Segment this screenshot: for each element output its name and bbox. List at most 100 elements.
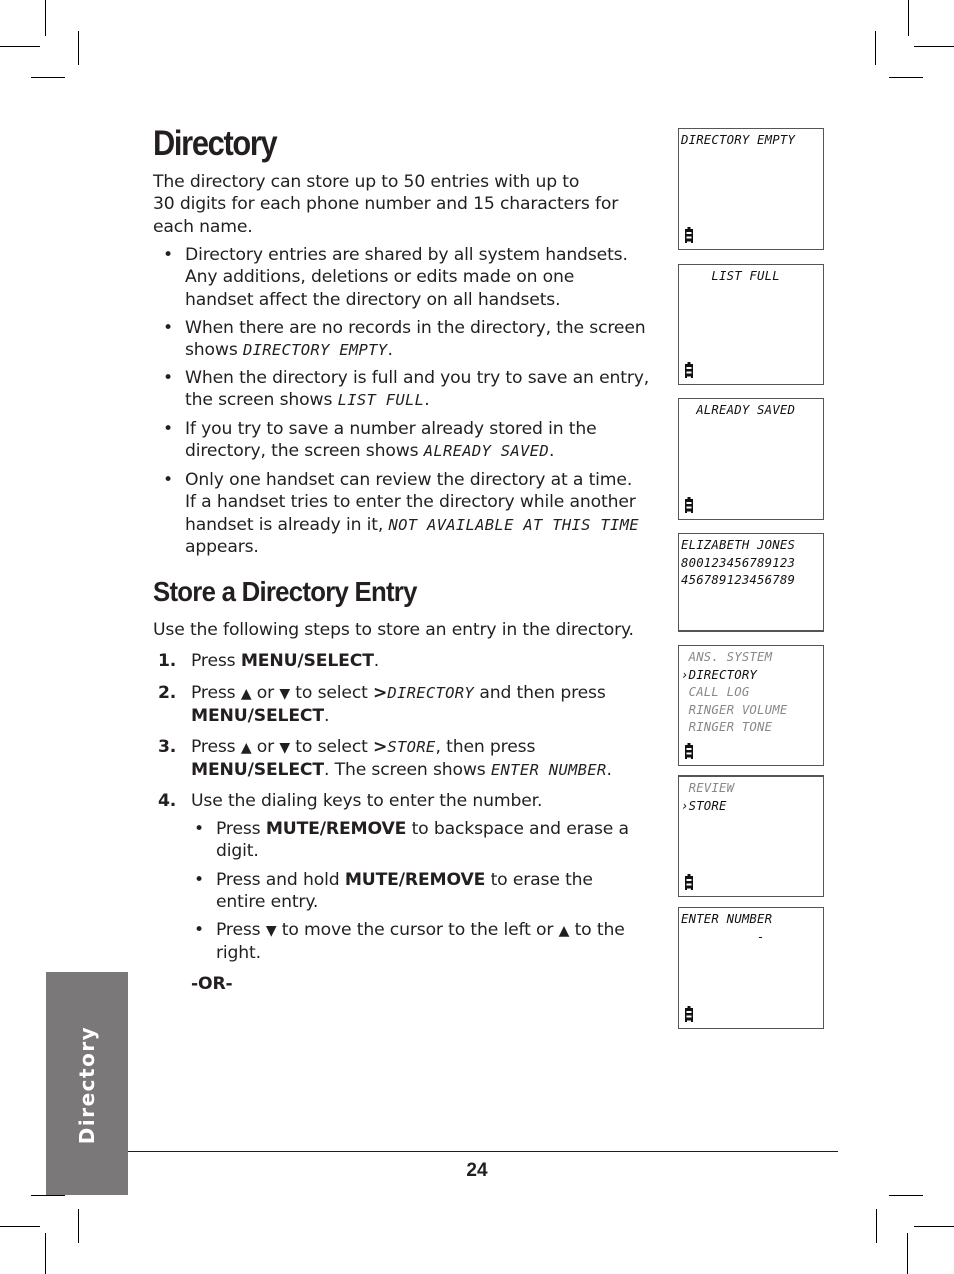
intro-line: The directory can store up to 50 entries…: [153, 172, 580, 192]
crop-mark: [31, 1195, 65, 1196]
menu-item-directory-selected: ›DIRECTORY: [681, 667, 758, 682]
crop-mark: [45, 0, 46, 36]
step-text: Press: [191, 651, 241, 671]
screen-list-full: LIST FULL: [678, 264, 824, 385]
bullet-text: .: [548, 441, 555, 462]
section-title: Store a Directory Entry: [153, 576, 417, 607]
bullet-text: to erase the: [485, 870, 593, 890]
bullet-text: Press: [216, 819, 266, 839]
screen-line: ENTER NUMBER: [681, 912, 773, 926]
step-text: .: [606, 760, 612, 781]
battery-icon: [685, 497, 693, 513]
step-text: Press: [191, 683, 241, 703]
bullet-item: • If you try to save a number already st…: [163, 418, 668, 463]
bullet-dot: •: [194, 870, 204, 890]
button-name: MUTE/REMOVE: [344, 870, 486, 890]
step-text: >: [373, 683, 388, 703]
lcd-text: ALREADY SAVED: [423, 442, 549, 461]
screen-already-saved: ALREADY SAVED: [678, 398, 824, 520]
lcd-text: LIST FULL: [337, 391, 425, 410]
menu-item-ringer-tone: RINGER TONE: [681, 720, 773, 735]
crop-mark: [907, 1233, 908, 1274]
step-text: >: [373, 737, 388, 757]
crop-mark: [875, 31, 876, 65]
button-name: MUTE/REMOVE: [265, 819, 407, 839]
bullet-text: right.: [216, 943, 261, 964]
intro-paragraph: The directory can store up to 50 entries…: [153, 171, 668, 238]
bullet-dot: •: [163, 419, 173, 439]
battery-icon: [685, 874, 693, 890]
bullet-text: Press: [216, 920, 266, 940]
crop-mark: [31, 77, 65, 78]
step-item: 3. Press ▲ or ▼ to select >STORE, then p…: [158, 736, 668, 782]
bullet-item: • Only one handset can review the direct…: [163, 469, 668, 558]
bullet-text: handset affect the directory on all hand…: [185, 289, 561, 310]
bullet-text: to move the cursor to the left or: [276, 920, 559, 940]
step-text: and then press: [474, 683, 606, 703]
battery-icon: [685, 1006, 693, 1022]
down-arrow-icon: ▼: [279, 740, 290, 756]
screen-enter-number: ENTER NUMBER -: [678, 907, 824, 1029]
crop-mark: [908, 0, 909, 36]
step-item: 1. Press MENU/SELECT.: [158, 650, 668, 672]
crop-mark: [0, 46, 40, 47]
crop-mark: [876, 1209, 877, 1243]
crop-mark: [889, 1195, 923, 1196]
crop-mark: [45, 1233, 46, 1274]
screen-line: ELIZABETH JONES: [681, 538, 796, 552]
side-tab-label: Directory: [75, 1025, 99, 1145]
step-item: 2. Press ▲ or ▼ to select >DIRECTORY and…: [158, 682, 668, 728]
step-text: Use the dialing keys to enter the number…: [191, 791, 543, 811]
up-arrow-icon: ▲: [240, 686, 252, 702]
menu-item-store-selected: ›STORE: [681, 798, 727, 813]
step-number: 1.: [158, 651, 177, 671]
bullet-text: appears.: [185, 536, 259, 557]
bullet-item: • Directory entries are shared by all sy…: [163, 244, 668, 311]
bullet-dot: •: [163, 470, 173, 490]
section-intro: Use the following steps to store an entr…: [153, 620, 634, 640]
button-name: MENU/SELECT: [191, 760, 324, 781]
lcd-text: DIRECTORY: [387, 684, 474, 702]
crop-mark: [0, 1226, 40, 1227]
bullet-text: Press and hold: [216, 870, 345, 890]
crop-mark: [78, 1209, 79, 1243]
lcd-text: ENTER NUMBER: [490, 761, 607, 780]
bullet-text: When there are no records in the directo…: [185, 318, 646, 338]
battery-icon: [685, 743, 693, 759]
step-number: 4.: [158, 791, 177, 811]
lcd-text: NOT AVAILABLE AT THIS TIME: [388, 515, 639, 534]
screen-main-menu: ANS. SYSTEM ›DIRECTORY CALL LOG RINGER V…: [678, 645, 824, 766]
bullet-dot: •: [163, 318, 173, 338]
or-label: -OR-: [191, 974, 233, 994]
step-text: Press: [191, 737, 241, 757]
bullet-text: Only one handset can review the director…: [185, 470, 633, 490]
step-text: to select: [289, 683, 374, 703]
step-text: .: [373, 651, 380, 671]
bullet-text: .: [387, 340, 393, 361]
bullet-dot: •: [194, 819, 204, 839]
sub-bullet-item: • Press and hold MUTE/REMOVE to erase th…: [194, 869, 664, 914]
lcd-text: STORE: [387, 738, 436, 756]
lcd-text: DIRECTORY EMPTY: [242, 341, 388, 360]
footer-rule: [128, 1151, 838, 1152]
screen-line: DIRECTORY EMPTY: [681, 133, 796, 147]
crop-mark: [889, 77, 923, 78]
step-text: or: [251, 737, 280, 757]
bullet-text: the screen shows: [185, 390, 338, 411]
step-text: or: [251, 683, 280, 703]
bullet-text: If you try to save a number already stor…: [185, 419, 597, 439]
bullet-text: digit.: [216, 841, 259, 862]
sub-bullet-item: • Press ▼ to move the cursor to the left…: [194, 919, 664, 965]
cursor-line: -: [681, 929, 765, 944]
button-name: MENU/SELECT: [240, 651, 374, 671]
up-arrow-icon: ▲: [240, 740, 252, 756]
step-item: 4. Use the dialing keys to enter the num…: [158, 790, 668, 812]
screen-line: ALREADY SAVED: [681, 403, 796, 417]
screen-entry-elizabeth-jones: ELIZABETH JONES 800123456789123 45678912…: [678, 533, 824, 632]
intro-line: 30 digits for each phone number and 15 c…: [153, 194, 619, 215]
bullet-text: .: [424, 390, 430, 411]
bullet-text: to the: [569, 920, 625, 940]
screen-line: 800123456789123: [681, 555, 796, 570]
step-number: 2.: [158, 683, 177, 703]
down-arrow-icon: ▼: [265, 923, 277, 939]
